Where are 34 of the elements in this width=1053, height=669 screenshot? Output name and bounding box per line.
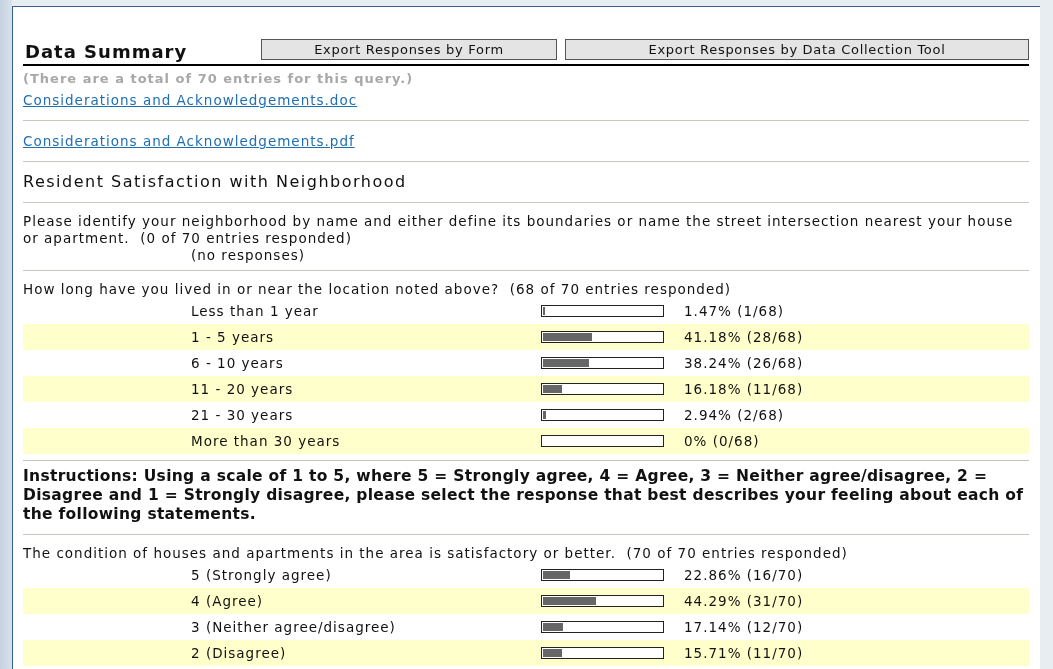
instructions-text: Instructions: Using a scale of 1 to 5, where 5 = Strongly agree, 4 = Agree, 3 = Neither agree/disagree, 2 = Disagree and 1 = Strongly disagree, please select the response that best describes your feeling about each of the following statements.: [23, 466, 1025, 525]
page-title: Data Summary: [24, 42, 189, 62]
option-label: 11 - 20 years: [191, 380, 294, 397]
option-label: 3 (Neither agree/disagree): [191, 618, 396, 635]
no-responses-note: (no responses): [191, 247, 305, 263]
percent-reading: 1.47% (1/68): [684, 302, 785, 319]
question-text: The condition of houses and apartments in the area is satisfactory or better.: [23, 545, 617, 562]
file-link[interactable]: Considerations and Acknowledgements.pdf: [23, 133, 355, 149]
file-link[interactable]: Considerations and Acknowledgements.doc: [23, 92, 358, 108]
option-label: 6 - 10 years: [191, 354, 284, 371]
question-text: How long have you lived in or near the location noted above?: [23, 281, 501, 298]
export-button[interactable]: Export Responses by Form: [261, 39, 557, 60]
section-heading: Resident Satisfaction with Neighborhood: [23, 171, 408, 193]
option-label: More than 30 years: [191, 432, 341, 449]
percent-reading: 44.29% (31/70): [684, 592, 804, 609]
percent-reading: 15.71% (11/70): [684, 644, 804, 661]
option-label: Less than 1 year: [191, 302, 319, 319]
option-label: 21 - 30 years: [191, 406, 294, 423]
export-button[interactable]: Export Responses by Data Collection Tool: [565, 39, 1029, 60]
percent-reading: 17.14% (12/70): [684, 618, 804, 635]
option-label: 4 (Agree): [191, 592, 264, 609]
question-text: Please identify your neighborhood by name and either define its boundaries or name the street intersection nearest your house or apartment. (0 of 70 entries responded): [23, 213, 1015, 247]
percent-reading: 22.86% (16/70): [684, 566, 804, 583]
option-label: 1 - 5 years: [191, 328, 275, 345]
percent-reading: 16.18% (11/68): [684, 380, 804, 397]
option-label: 5 (Strongly agree): [191, 566, 332, 583]
percent-reading: 38.24% (26/68): [684, 354, 804, 371]
percent-reading: 2.94% (2/68): [684, 406, 785, 423]
percent-reading: 0% (0/68): [684, 432, 760, 449]
total-note: (There are a total of 70 entries for this query.): [23, 70, 415, 88]
option-label: 2 (Disagree): [191, 644, 287, 661]
response-count: (68 of 70 entries responded): [509, 281, 732, 298]
response-count: (70 of 70 entries responded): [626, 545, 848, 562]
percent-reading: 41.18% (28/68): [684, 328, 804, 345]
